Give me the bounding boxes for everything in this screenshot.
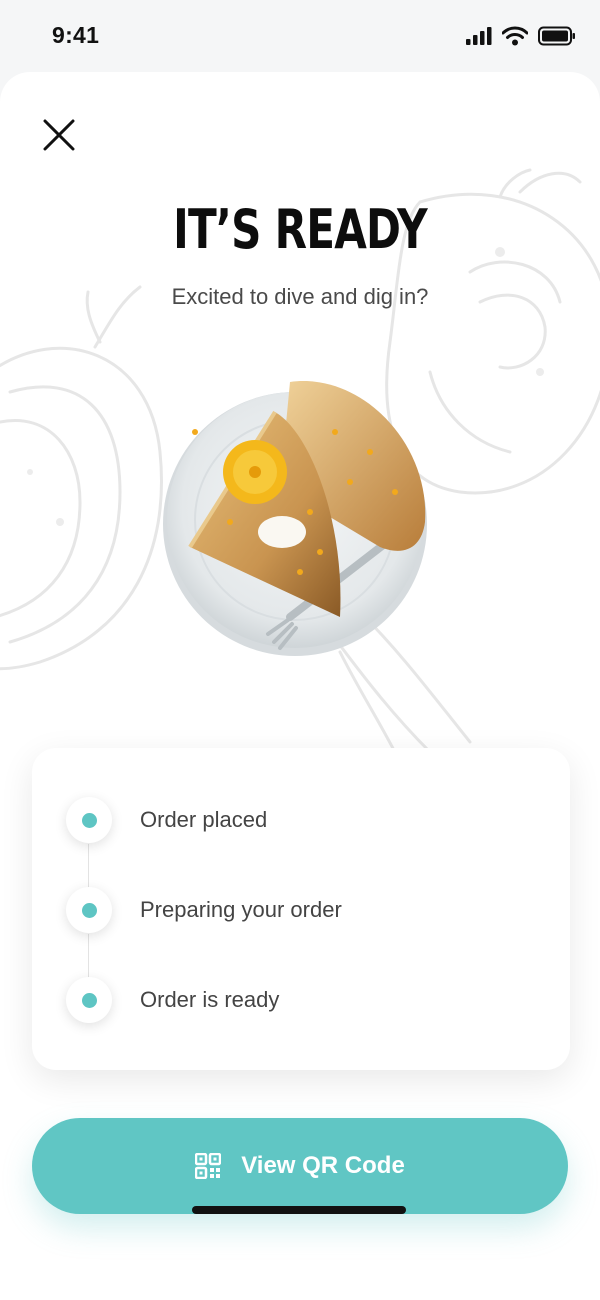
step-indicator-dot bbox=[81, 902, 97, 918]
close-button[interactable] bbox=[38, 114, 80, 156]
step-label: Preparing your order bbox=[140, 897, 342, 922]
status-bar: 9:41 bbox=[0, 0, 600, 72]
view-qr-code-label: View QR Code bbox=[241, 1152, 405, 1179]
wifi-icon bbox=[502, 26, 528, 46]
qr-code-icon bbox=[195, 1153, 222, 1179]
progress-step-order-ready: Order is ready bbox=[66, 976, 279, 1024]
progress-step-order-placed: Order placed bbox=[66, 796, 267, 844]
step-indicator bbox=[66, 797, 112, 843]
page-title: IT’S READY bbox=[173, 198, 428, 261]
step-indicator bbox=[66, 977, 112, 1023]
order-progress-card: Order placed Preparing your order Order … bbox=[32, 748, 570, 1070]
battery-icon bbox=[538, 26, 575, 46]
step-label: Order placed bbox=[140, 807, 268, 832]
crepe-plate-illustration bbox=[163, 381, 427, 656]
progress-step-preparing: Preparing your order bbox=[66, 886, 342, 934]
page-subtitle: Excited to dive and dig in? bbox=[171, 284, 429, 309]
view-qr-code-button[interactable]: View QR Code bbox=[32, 1118, 568, 1214]
step-indicator-dot bbox=[81, 812, 97, 828]
step-indicator-dot bbox=[81, 992, 97, 1008]
step-indicator bbox=[66, 887, 112, 933]
status-time: 9:41 bbox=[52, 22, 100, 48]
signal-icon bbox=[466, 27, 492, 45]
crepe-plate-image bbox=[160, 372, 450, 672]
home-indicator bbox=[192, 1206, 406, 1214]
status-icons bbox=[466, 26, 576, 46]
order-ready-sheet: IT’S READY Excited to dive and dig in? O… bbox=[0, 72, 600, 1300]
close-icon bbox=[43, 119, 75, 151]
step-label: Order is ready bbox=[140, 987, 280, 1012]
